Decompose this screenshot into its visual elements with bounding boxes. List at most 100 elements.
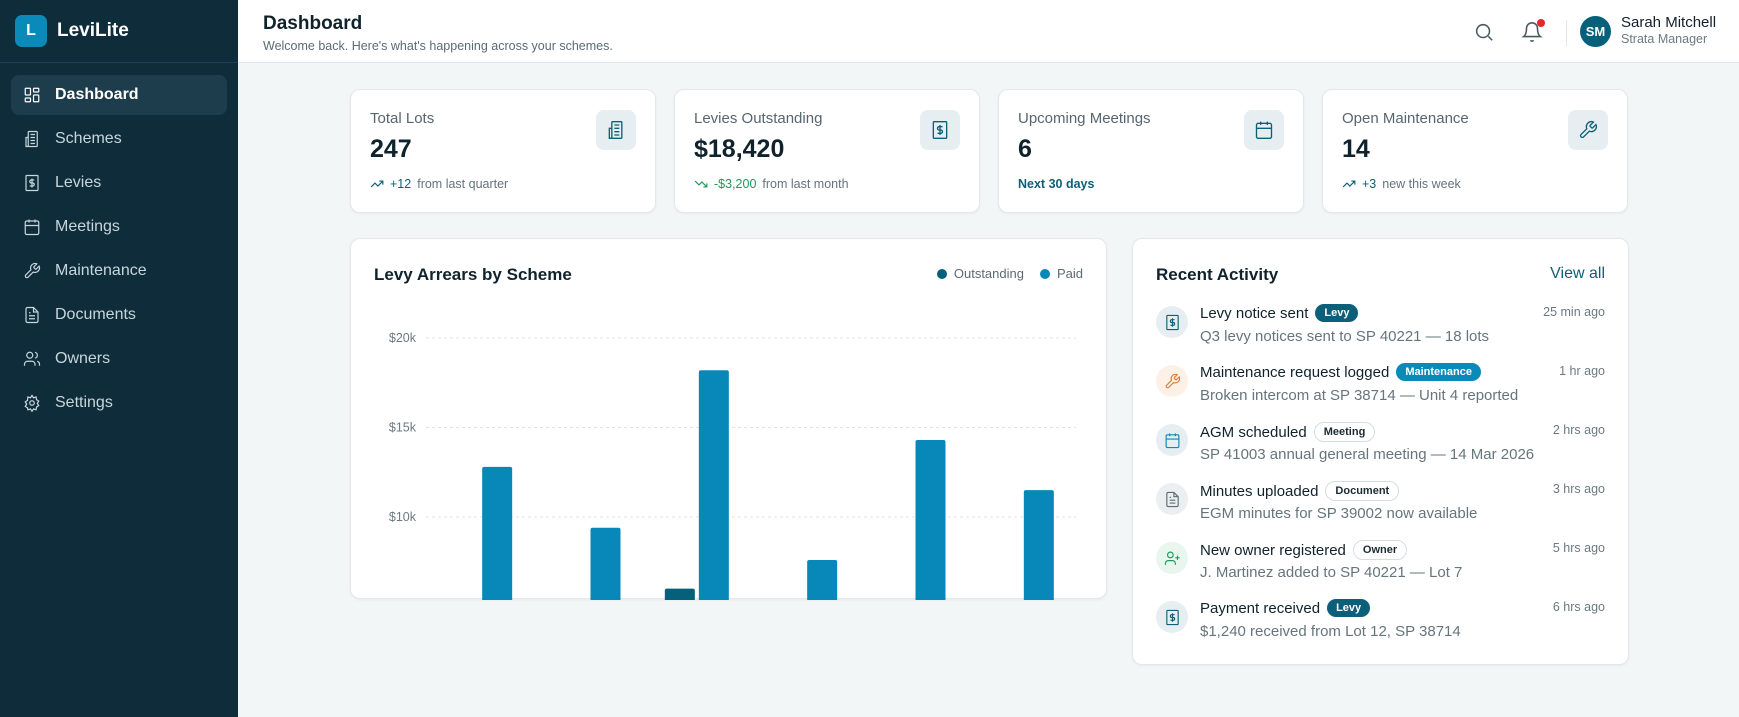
- stat-label: Open Maintenance: [1342, 110, 1469, 127]
- activity-description: $1,240 received from Lot 12, SP 38714: [1200, 623, 1461, 640]
- stat-note: from last month: [762, 177, 849, 191]
- sidebar-nav: Dashboard Schemes Levies Meetings Maintenanc…: [0, 63, 238, 439]
- activity-item[interactable]: New owner registered Owner J. Martinez ad…: [1156, 540, 1605, 590]
- top-header: Dashboard Welcome back. Here's what's ha…: [238, 0, 1739, 63]
- activity-item[interactable]: AGM scheduled Meeting SP 41003 annual gen…: [1156, 422, 1605, 472]
- header-divider: [1566, 20, 1567, 46]
- activity-time: 1 hr ago: [1559, 364, 1605, 378]
- bar-paid[interactable]: [698, 370, 729, 600]
- sidebar-item-settings[interactable]: Settings: [11, 383, 227, 423]
- sidebar-item-label: Dashboard: [55, 86, 139, 103]
- user-role: Strata Manager: [1621, 32, 1708, 46]
- sidebar-item-dashboard[interactable]: Dashboard: [11, 75, 227, 115]
- activity-time: 6 hrs ago: [1552, 600, 1605, 614]
- wrench-icon: [23, 262, 55, 280]
- sidebar: L LeviLite Dashboard Schemes Levies Meeting…: [0, 0, 238, 717]
- y-tick-label: $10k: [389, 510, 417, 524]
- sidebar-item-label: Maintenance: [55, 262, 147, 279]
- users-icon: [23, 350, 55, 368]
- activity-badge: Meeting: [1313, 422, 1376, 442]
- stat-value: 14: [1342, 135, 1370, 163]
- gear-icon: [23, 394, 55, 412]
- activity-badge: Levy: [1315, 304, 1359, 322]
- activity-item[interactable]: Levy notice sent Levy Q3 levy notices sen…: [1156, 304, 1605, 354]
- user-plus-icon: [1156, 542, 1188, 574]
- sidebar-item-meetings[interactable]: Meetings: [11, 207, 227, 247]
- activity-time: 25 min ago: [1543, 305, 1605, 319]
- calendar-icon: [1244, 110, 1284, 150]
- trend-up-icon: [370, 177, 384, 191]
- stat-footer: +3 new this week: [1342, 177, 1461, 191]
- dashboard-icon: [23, 86, 55, 104]
- sidebar-item-schemes[interactable]: Schemes: [11, 119, 227, 159]
- activity-title: Minutes uploaded: [1200, 482, 1319, 500]
- page-title: Dashboard: [263, 13, 363, 34]
- activity-time: 2 hrs ago: [1552, 423, 1605, 437]
- activity-description: EGM minutes for SP 39002 now available: [1200, 505, 1478, 522]
- search-icon[interactable]: [1473, 21, 1495, 43]
- sidebar-item-owners[interactable]: Owners: [11, 339, 227, 379]
- activity-title: Recent Activity: [1156, 265, 1279, 284]
- y-tick-label: $15k: [389, 421, 417, 435]
- activity-title: Maintenance request logged: [1200, 363, 1390, 381]
- activity-badge: Levy: [1327, 599, 1371, 617]
- building-icon: [23, 130, 55, 148]
- levy-arrears-chart-card: Levy Arrears by Scheme Outstanding Paid $…: [350, 238, 1107, 601]
- bar-paid[interactable]: [1023, 490, 1054, 600]
- bar-paid[interactable]: [807, 559, 838, 600]
- activity-title: Payment received: [1200, 599, 1321, 617]
- activity-time: 5 hrs ago: [1552, 541, 1605, 555]
- stat-note: new this week: [1382, 177, 1461, 191]
- stat-label: Levies Outstanding: [694, 110, 823, 127]
- activity-item[interactable]: Minutes uploaded Document EGM minutes for…: [1156, 481, 1605, 531]
- receipt-dollar-icon: [1156, 601, 1188, 633]
- user-name[interactable]: Sarah Mitchell: [1621, 14, 1716, 31]
- receipt-dollar-icon: [920, 110, 960, 150]
- view-all-link[interactable]: View all: [1550, 265, 1605, 283]
- document-icon: [23, 306, 55, 324]
- stat-label: Upcoming Meetings: [1018, 110, 1151, 127]
- activity-badge: Document: [1325, 481, 1400, 501]
- activity-title: AGM scheduled: [1200, 423, 1307, 441]
- activity-item[interactable]: Maintenance request logged Maintenance Br…: [1156, 363, 1605, 413]
- stat-card-open-maintenance: Open Maintenance 14 +3 new this week: [1322, 89, 1628, 213]
- stat-label: Total Lots: [370, 110, 435, 127]
- recent-activity-card: Recent Activity View all Levy notice sen…: [1132, 238, 1629, 665]
- y-tick-label: $5k: [396, 600, 417, 601]
- stat-value: 6: [1018, 135, 1032, 163]
- sidebar-item-documents[interactable]: Documents: [11, 295, 227, 335]
- activity-description: Broken intercom at SP 38714 — Unit 4 rep…: [1200, 387, 1519, 404]
- calendar-icon: [23, 218, 55, 236]
- sidebar-item-levies[interactable]: Levies: [11, 163, 227, 203]
- sidebar-item-label: Schemes: [55, 130, 122, 147]
- sidebar-item-maintenance[interactable]: Maintenance: [11, 251, 227, 291]
- stat-note: from last quarter: [417, 177, 509, 191]
- page-subtitle: Welcome back. Here's what's happening ac…: [263, 39, 613, 53]
- wrench-icon: [1156, 365, 1188, 397]
- stat-card-levies-outstanding: Levies Outstanding $18,420 -$3,200 from l…: [674, 89, 980, 213]
- stat-delta: +3: [1362, 177, 1377, 191]
- stat-footer: +12 from last quarter: [370, 177, 508, 191]
- trend-up-icon: [1342, 177, 1356, 191]
- sidebar-item-label: Owners: [55, 350, 111, 367]
- receipt-dollar-icon: [1156, 306, 1188, 338]
- document-icon: [1156, 483, 1188, 515]
- bar-paid[interactable]: [482, 466, 513, 600]
- notification-dot: [1537, 19, 1545, 27]
- avatar[interactable]: SM: [1580, 16, 1611, 47]
- stat-card-total-lots: Total Lots 247 +12 from last quarter: [350, 89, 656, 213]
- sidebar-item-label: Meetings: [55, 218, 120, 235]
- activity-description: Q3 levy notices sent to SP 40221 — 18 lo…: [1200, 328, 1490, 345]
- bar-chart: $0k$5k$10k$15k$20kSP 38714SP 39002SP 402…: [389, 331, 1076, 601]
- bar-outstanding[interactable]: [664, 588, 695, 600]
- brand: L LeviLite: [0, 0, 238, 63]
- stat-footer: Next 30 days: [1018, 177, 1094, 191]
- wrench-icon: [1568, 110, 1608, 150]
- activity-item[interactable]: Payment received Levy $1,240 received fro…: [1156, 599, 1605, 649]
- bar-paid[interactable]: [590, 527, 621, 600]
- trend-down-icon: [694, 177, 708, 191]
- brand-logo: L: [15, 15, 47, 47]
- bar-paid[interactable]: [915, 440, 946, 600]
- sidebar-item-label: Levies: [55, 174, 102, 191]
- brand-name: LeviLite: [57, 20, 129, 41]
